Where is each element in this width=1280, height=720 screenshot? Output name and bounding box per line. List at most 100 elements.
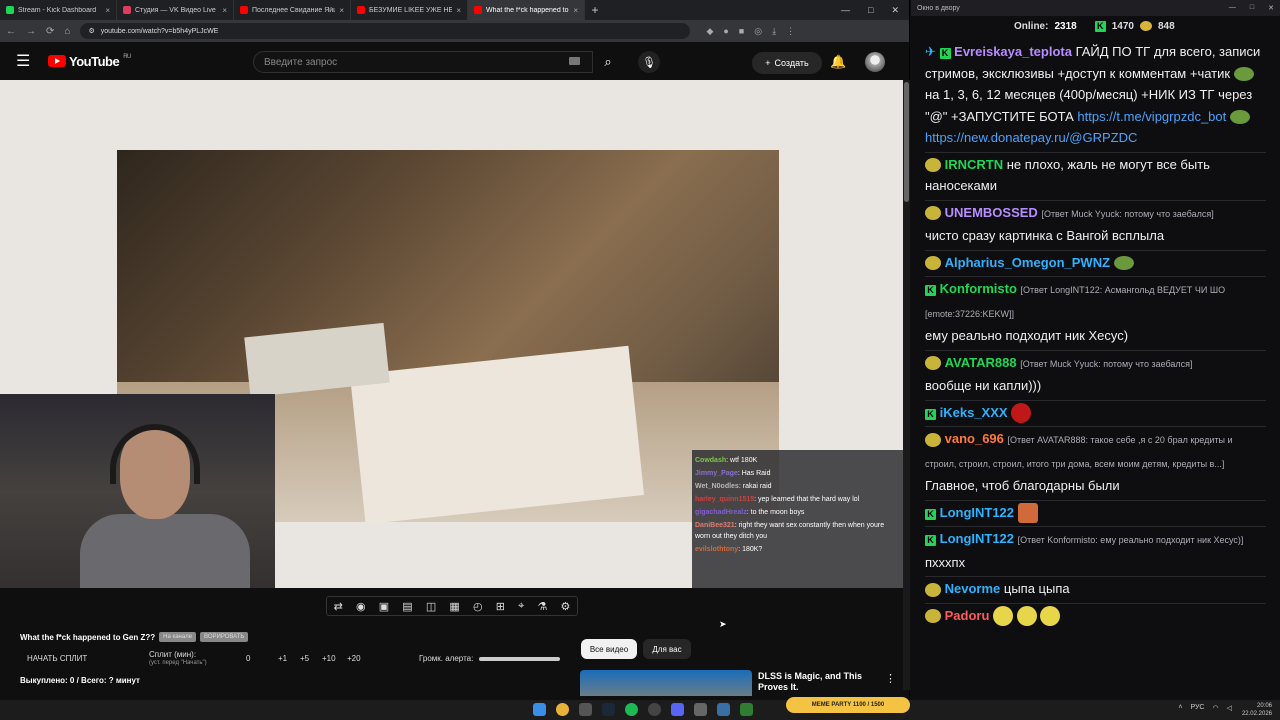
kick-icon: K bbox=[925, 535, 936, 547]
clapper-icon[interactable]: ▤ bbox=[402, 600, 412, 613]
channel-chip[interactable]: На канале bbox=[159, 632, 197, 642]
chat-username[interactable]: Konformisto bbox=[940, 281, 1017, 296]
chat-username[interactable]: IRNCRTN bbox=[945, 157, 1004, 172]
steam-icon[interactable] bbox=[602, 703, 615, 716]
reload-icon[interactable]: ⟳ bbox=[46, 26, 54, 37]
recommended-thumbnail[interactable] bbox=[580, 670, 752, 696]
chat-username[interactable]: vano_696 bbox=[945, 431, 1004, 446]
browser-tab[interactable]: Студия — VK Видео Live × bbox=[117, 0, 234, 20]
volume-icon[interactable]: ◁ bbox=[1227, 704, 1232, 712]
new-tab-button[interactable]: + bbox=[585, 3, 605, 17]
maximize-icon[interactable]: □ bbox=[1250, 4, 1254, 12]
settings-gear-icon[interactable]: ⚙ bbox=[561, 600, 571, 613]
scrollbar-thumb[interactable] bbox=[904, 82, 909, 202]
notifications-bell-icon[interactable]: 🔔 bbox=[830, 54, 846, 70]
vk-favicon-icon bbox=[123, 6, 131, 14]
browser-tab[interactable]: Stream - Kick Dashboard × bbox=[0, 0, 117, 20]
chat-username[interactable]: Padoru bbox=[945, 608, 990, 623]
youtube-logo[interactable]: YouTube RU bbox=[48, 54, 131, 69]
voice-search-button[interactable]: 🎙 bbox=[638, 51, 660, 73]
forward-icon[interactable]: → bbox=[26, 26, 36, 37]
wifi-icon[interactable]: ◠ bbox=[1213, 704, 1219, 712]
close-window-icon[interactable]: ✕ bbox=[891, 5, 899, 16]
screen-record-icon[interactable]: ▣ bbox=[379, 600, 389, 613]
speed-icon[interactable]: ◴ bbox=[473, 600, 483, 613]
meme-party-widget[interactable]: MEME PARTY 1100 / 1500 bbox=[786, 697, 910, 713]
screenshot-icon[interactable]: ⌖ bbox=[518, 600, 524, 613]
split-plus-10-button[interactable]: +10 bbox=[322, 654, 336, 663]
split-plus-20-button[interactable]: +20 bbox=[347, 654, 361, 663]
windows-start-icon[interactable] bbox=[533, 703, 546, 716]
chat-link[interactable]: https://new.donatepay.ru/@GRPZDC bbox=[925, 130, 1137, 145]
split-value[interactable]: 0 bbox=[246, 654, 250, 663]
minimize-icon[interactable]: — bbox=[841, 5, 850, 16]
start-split-button[interactable]: НАЧАТЬ СПЛИТ bbox=[27, 654, 87, 663]
hamburger-menu-icon[interactable]: ☰ bbox=[16, 51, 36, 71]
loop-icon[interactable]: ⇄ bbox=[334, 600, 343, 613]
browser-tab[interactable]: БЕЗУМИЕ LIKEE УЖЕ НЕ ОСТАНОВ× bbox=[351, 0, 468, 20]
keyboard-icon[interactable] bbox=[569, 57, 580, 65]
search-input[interactable]: Введите запрос bbox=[253, 51, 593, 73]
create-button[interactable]: + Создать bbox=[752, 52, 822, 74]
split-plus-5-button[interactable]: +5 bbox=[300, 654, 309, 663]
search-button[interactable]: ⌕ bbox=[593, 51, 623, 73]
extension-icon[interactable]: ◆ bbox=[706, 26, 713, 37]
close-window-icon[interactable]: ✕ bbox=[1268, 4, 1274, 12]
alert-volume-slider[interactable] bbox=[479, 657, 560, 661]
close-tab-icon[interactable]: × bbox=[573, 6, 578, 15]
clock[interactable]: 20:06 22.02.2026 bbox=[1242, 702, 1272, 718]
file-explorer-icon[interactable] bbox=[579, 703, 592, 716]
chat-username[interactable]: Evreiskaya_teplota bbox=[954, 44, 1072, 59]
chat-username[interactable]: LongINT122 bbox=[940, 531, 1014, 546]
back-icon[interactable]: ← bbox=[6, 26, 16, 37]
app-icon[interactable] bbox=[740, 703, 753, 716]
more-options-icon[interactable]: ⋮ bbox=[885, 672, 896, 685]
avatar[interactable] bbox=[865, 52, 885, 72]
chat-username[interactable]: LongINT122 bbox=[940, 505, 1014, 520]
close-tab-icon[interactable]: × bbox=[339, 6, 344, 15]
chat-username[interactable]: iKeks_XXX bbox=[940, 405, 1008, 420]
tab-for-you[interactable]: Для вас bbox=[643, 639, 691, 659]
browser-tab-active[interactable]: What the f*ck happened to × bbox=[468, 0, 585, 20]
audio-icon[interactable]: ◉ bbox=[356, 600, 366, 613]
chat-username[interactable]: UNEMBOSSED bbox=[945, 205, 1038, 220]
url-input[interactable]: ⚙ youtube.com/watch?v=b5h4yPLJcWE bbox=[80, 23, 691, 39]
spotify-icon[interactable] bbox=[625, 703, 638, 716]
split-plus-1-button[interactable]: +1 bbox=[278, 654, 287, 663]
app-icon[interactable] bbox=[717, 703, 730, 716]
extension-icon[interactable]: ◎ bbox=[754, 26, 762, 37]
extension-icon[interactable]: ● bbox=[723, 26, 728, 37]
tab-all-videos[interactable]: Все видео bbox=[581, 639, 637, 659]
menu-icon[interactable]: ⋮ bbox=[786, 26, 795, 37]
filmstrip-icon[interactable]: ▦ bbox=[449, 600, 459, 613]
browser-tab[interactable]: Последнее Свидание Яйцесах × bbox=[234, 0, 351, 20]
extension-icon[interactable]: ■ bbox=[739, 26, 744, 37]
maximize-icon[interactable]: □ bbox=[868, 5, 873, 16]
action-chip[interactable]: ВОРИРОВАТЬ bbox=[200, 632, 249, 642]
recommended-title[interactable]: DLSS is Magic, and This Proves It. bbox=[758, 671, 878, 693]
language-indicator[interactable]: РУС bbox=[1190, 704, 1204, 712]
chat-stats: Online: 2318 K 1470 848 bbox=[911, 16, 1280, 36]
video-player[interactable]: Cowdash: wtf 180K Jimmy_Page: Has Raid W… bbox=[0, 80, 903, 588]
close-tab-icon[interactable]: × bbox=[105, 6, 110, 15]
home-icon[interactable]: ⌂ bbox=[64, 26, 70, 37]
pip-icon[interactable]: ◫ bbox=[426, 600, 436, 613]
page-scrollbar[interactable] bbox=[903, 80, 910, 690]
tray-arrow-icon[interactable]: ˄ bbox=[1178, 704, 1182, 712]
download-icon[interactable]: ⤓ bbox=[772, 26, 776, 37]
chat-text: пхххпх bbox=[925, 554, 966, 570]
close-tab-icon[interactable]: × bbox=[222, 6, 227, 15]
chat-username[interactable]: Nevorme bbox=[945, 581, 1001, 596]
chat-username[interactable]: AVATAR888 bbox=[945, 355, 1017, 370]
close-tab-icon[interactable]: × bbox=[456, 6, 461, 15]
minimize-icon[interactable]: — bbox=[1229, 4, 1236, 12]
add-frame-icon[interactable]: ⊞ bbox=[496, 600, 505, 613]
chrome-icon[interactable] bbox=[556, 703, 569, 716]
flask-icon[interactable]: ⚗ bbox=[537, 600, 547, 613]
app-icon[interactable] bbox=[694, 703, 707, 716]
site-info-icon[interactable]: ⚙ bbox=[88, 27, 94, 35]
obs-icon[interactable] bbox=[648, 703, 661, 716]
chat-username[interactable]: Alpharius_Omegon_PWNZ bbox=[945, 255, 1110, 270]
discord-icon[interactable] bbox=[671, 703, 684, 716]
chat-link[interactable]: https://t.me/vipgrpzdc_bot bbox=[1077, 109, 1226, 124]
